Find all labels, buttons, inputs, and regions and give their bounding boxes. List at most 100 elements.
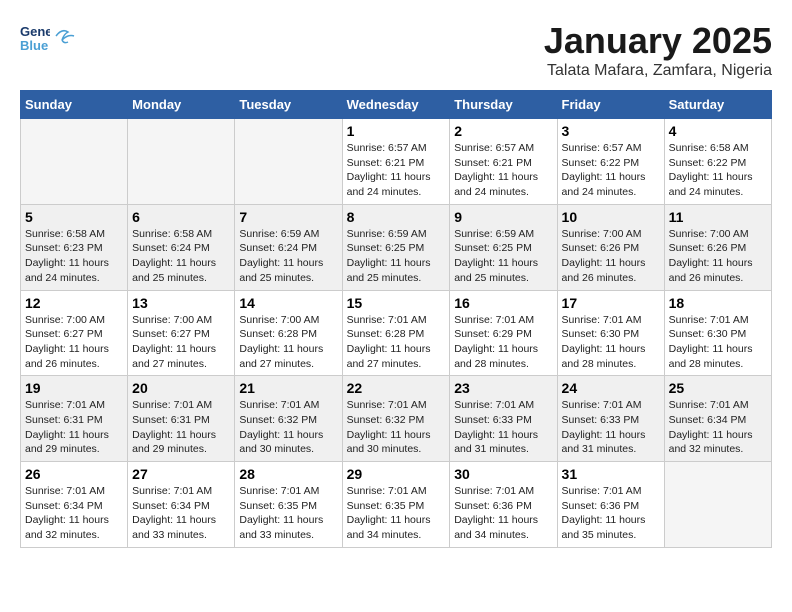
day-number: 18: [669, 295, 767, 311]
calendar-cell: 5 Sunrise: 6:58 AM Sunset: 6:23 PM Daylig…: [21, 204, 128, 290]
day-info: Sunrise: 6:58 AM Sunset: 6:23 PM Dayligh…: [25, 227, 123, 286]
day-number: 20: [132, 380, 230, 396]
day-number: 17: [562, 295, 660, 311]
day-info: Sunrise: 7:01 AM Sunset: 6:34 PM Dayligh…: [132, 484, 230, 543]
day-info: Sunrise: 6:58 AM Sunset: 6:24 PM Dayligh…: [132, 227, 230, 286]
logo-bird-icon: [54, 26, 76, 46]
day-number: 27: [132, 466, 230, 482]
day-number: 1: [347, 123, 446, 139]
day-number: 28: [239, 466, 337, 482]
day-number: 8: [347, 209, 446, 225]
weekday-header-wednesday: Wednesday: [342, 91, 450, 119]
calendar-cell: 16 Sunrise: 7:01 AM Sunset: 6:29 PM Dayli…: [450, 290, 557, 376]
calendar-cell: 27 Sunrise: 7:01 AM Sunset: 6:34 PM Dayli…: [128, 462, 235, 548]
day-number: 9: [454, 209, 552, 225]
calendar-cell: 24 Sunrise: 7:01 AM Sunset: 6:33 PM Dayli…: [557, 376, 664, 462]
calendar-week-row: 5 Sunrise: 6:58 AM Sunset: 6:23 PM Daylig…: [21, 204, 772, 290]
page-header: General Blue January 2025 Talata Mafara,…: [20, 20, 772, 80]
day-number: 4: [669, 123, 767, 139]
calendar-cell: 28Sunrise: 7:01 AM Sunset: 6:35 PM Dayli…: [235, 462, 342, 548]
calendar-cell: 4 Sunrise: 6:58 AM Sunset: 6:22 PM Daylig…: [664, 119, 771, 205]
calendar-cell: 8Sunrise: 6:59 AM Sunset: 6:25 PM Daylig…: [342, 204, 450, 290]
day-info: Sunrise: 7:01 AM Sunset: 6:34 PM Dayligh…: [669, 398, 767, 457]
title-block: January 2025 Talata Mafara, Zamfara, Nig…: [544, 20, 772, 80]
day-number: 25: [669, 380, 767, 396]
day-number: 16: [454, 295, 552, 311]
day-info: Sunrise: 7:01 AM Sunset: 6:36 PM Dayligh…: [454, 484, 552, 543]
day-info: Sunrise: 6:57 AM Sunset: 6:21 PM Dayligh…: [347, 141, 446, 200]
calendar-cell: 17 Sunrise: 7:01 AM Sunset: 6:30 PM Dayli…: [557, 290, 664, 376]
location: Talata Mafara, Zamfara, Nigeria: [544, 62, 772, 80]
calendar-cell: [21, 119, 128, 205]
calendar-week-row: 19 Sunrise: 7:01 AM Sunset: 6:31 PM Dayli…: [21, 376, 772, 462]
day-info: Sunrise: 6:58 AM Sunset: 6:22 PM Dayligh…: [669, 141, 767, 200]
day-info: Sunrise: 7:01 AM Sunset: 6:33 PM Dayligh…: [562, 398, 660, 457]
logo: General Blue: [20, 20, 76, 61]
svg-text:Blue: Blue: [20, 38, 48, 53]
day-info: Sunrise: 7:01 AM Sunset: 6:30 PM Dayligh…: [669, 313, 767, 372]
day-info: Sunrise: 7:01 AM Sunset: 6:31 PM Dayligh…: [132, 398, 230, 457]
day-number: 12: [25, 295, 123, 311]
day-info: Sunrise: 7:01 AM Sunset: 6:32 PM Dayligh…: [239, 398, 337, 457]
day-info: Sunrise: 7:01 AM Sunset: 6:29 PM Dayligh…: [454, 313, 552, 372]
day-number: 26: [25, 466, 123, 482]
calendar-cell: 9Sunrise: 6:59 AM Sunset: 6:25 PM Daylig…: [450, 204, 557, 290]
day-info: Sunrise: 7:00 AM Sunset: 6:26 PM Dayligh…: [669, 227, 767, 286]
day-number: 6: [132, 209, 230, 225]
calendar-cell: 18 Sunrise: 7:01 AM Sunset: 6:30 PM Dayli…: [664, 290, 771, 376]
day-info: Sunrise: 7:01 AM Sunset: 6:31 PM Dayligh…: [25, 398, 123, 457]
calendar-cell: [664, 462, 771, 548]
calendar-cell: 23Sunrise: 7:01 AM Sunset: 6:33 PM Dayli…: [450, 376, 557, 462]
weekday-header-friday: Friday: [557, 91, 664, 119]
day-info: Sunrise: 7:01 AM Sunset: 6:34 PM Dayligh…: [25, 484, 123, 543]
calendar-week-row: 26 Sunrise: 7:01 AM Sunset: 6:34 PM Dayli…: [21, 462, 772, 548]
day-number: 24: [562, 380, 660, 396]
day-info: Sunrise: 7:00 AM Sunset: 6:26 PM Dayligh…: [562, 227, 660, 286]
weekday-header-tuesday: Tuesday: [235, 91, 342, 119]
calendar-cell: 11Sunrise: 7:00 AM Sunset: 6:26 PM Dayli…: [664, 204, 771, 290]
day-info: Sunrise: 6:57 AM Sunset: 6:21 PM Dayligh…: [454, 141, 552, 200]
day-number: 19: [25, 380, 123, 396]
day-number: 22: [347, 380, 446, 396]
day-number: 10: [562, 209, 660, 225]
calendar-week-row: 1 Sunrise: 6:57 AM Sunset: 6:21 PM Daylig…: [21, 119, 772, 205]
day-number: 31: [562, 466, 660, 482]
calendar-cell: 3 Sunrise: 6:57 AM Sunset: 6:22 PM Daylig…: [557, 119, 664, 205]
day-info: Sunrise: 7:01 AM Sunset: 6:32 PM Dayligh…: [347, 398, 446, 457]
day-info: Sunrise: 7:01 AM Sunset: 6:36 PM Dayligh…: [562, 484, 660, 543]
day-info: Sunrise: 7:00 AM Sunset: 6:27 PM Dayligh…: [132, 313, 230, 372]
calendar-cell: 20 Sunrise: 7:01 AM Sunset: 6:31 PM Dayli…: [128, 376, 235, 462]
calendar-cell: 19 Sunrise: 7:01 AM Sunset: 6:31 PM Dayli…: [21, 376, 128, 462]
calendar-cell: 12Sunrise: 7:00 AM Sunset: 6:27 PM Dayli…: [21, 290, 128, 376]
calendar-cell: 22 Sunrise: 7:01 AM Sunset: 6:32 PM Dayli…: [342, 376, 450, 462]
day-info: Sunrise: 6:57 AM Sunset: 6:22 PM Dayligh…: [562, 141, 660, 200]
calendar-cell: 25 Sunrise: 7:01 AM Sunset: 6:34 PM Dayli…: [664, 376, 771, 462]
calendar-cell: 7Sunrise: 6:59 AM Sunset: 6:24 PM Daylig…: [235, 204, 342, 290]
calendar-table: SundayMondayTuesdayWednesdayThursdayFrid…: [20, 90, 772, 548]
calendar-cell: 1 Sunrise: 6:57 AM Sunset: 6:21 PM Daylig…: [342, 119, 450, 205]
calendar-cell: 21 Sunrise: 7:01 AM Sunset: 6:32 PM Dayli…: [235, 376, 342, 462]
calendar-cell: 10 Sunrise: 7:00 AM Sunset: 6:26 PM Dayli…: [557, 204, 664, 290]
weekday-header-sunday: Sunday: [21, 91, 128, 119]
day-info: Sunrise: 7:01 AM Sunset: 6:30 PM Dayligh…: [562, 313, 660, 372]
day-info: Sunrise: 7:00 AM Sunset: 6:28 PM Dayligh…: [239, 313, 337, 372]
day-info: Sunrise: 7:01 AM Sunset: 6:35 PM Dayligh…: [347, 484, 446, 543]
day-number: 2: [454, 123, 552, 139]
day-number: 14: [239, 295, 337, 311]
logo-icon: General Blue: [20, 20, 50, 56]
day-number: 21: [239, 380, 337, 396]
calendar-cell: 26 Sunrise: 7:01 AM Sunset: 6:34 PM Dayli…: [21, 462, 128, 548]
day-number: 5: [25, 209, 123, 225]
day-number: 29: [347, 466, 446, 482]
calendar-cell: 6 Sunrise: 6:58 AM Sunset: 6:24 PM Daylig…: [128, 204, 235, 290]
calendar-cell: [235, 119, 342, 205]
weekday-header-saturday: Saturday: [664, 91, 771, 119]
calendar-cell: 15Sunrise: 7:01 AM Sunset: 6:28 PM Dayli…: [342, 290, 450, 376]
calendar-cell: 14 Sunrise: 7:00 AM Sunset: 6:28 PM Dayli…: [235, 290, 342, 376]
day-number: 3: [562, 123, 660, 139]
calendar-cell: 30Sunrise: 7:01 AM Sunset: 6:36 PM Dayli…: [450, 462, 557, 548]
calendar-cell: [128, 119, 235, 205]
day-info: Sunrise: 7:01 AM Sunset: 6:28 PM Dayligh…: [347, 313, 446, 372]
calendar-cell: 31 Sunrise: 7:01 AM Sunset: 6:36 PM Dayli…: [557, 462, 664, 548]
day-info: Sunrise: 7:01 AM Sunset: 6:33 PM Dayligh…: [454, 398, 552, 457]
